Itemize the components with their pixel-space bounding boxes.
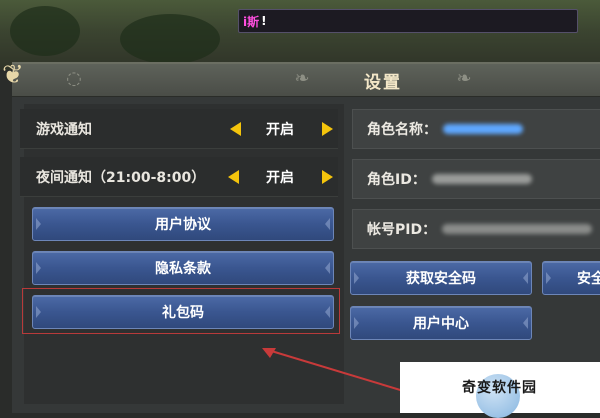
button-label: 用户中心 (413, 316, 469, 332)
game-background: i斯 ! (0, 0, 600, 70)
privacy-policy-button[interactable]: 隐私条款 (32, 251, 334, 285)
toggle-value: 开启 (266, 169, 294, 186)
notch-icon (36, 262, 41, 274)
toggle-label: 夜间通知（21:00-8:00） (36, 169, 206, 186)
notch-icon (354, 317, 359, 329)
blurred-value (431, 174, 532, 184)
notch-icon (325, 262, 330, 274)
page-title: 设置 (364, 73, 402, 93)
user-agreement-button[interactable]: 用户协议 (32, 207, 334, 241)
highlight-frame (22, 288, 340, 334)
tree-shape (120, 14, 220, 64)
swirl-ornament-icon: ◌ (66, 68, 82, 89)
notch-icon (36, 218, 41, 230)
get-security-code-button[interactable]: 获取安全码 (350, 261, 532, 295)
blurred-value (442, 224, 593, 234)
swirl-ornament-icon: ❧ (456, 68, 472, 89)
notch-icon (325, 218, 330, 230)
watermark-text: 奇变软件园 (462, 380, 537, 396)
account-pid-label: 帐号PID： (367, 222, 437, 238)
role-id-row: 角色ID： (352, 159, 600, 199)
notch-icon (546, 272, 551, 284)
notch-icon (523, 272, 528, 284)
button-label: 获取安全码 (406, 271, 476, 287)
notch-icon (354, 272, 359, 284)
tree-shape (10, 6, 80, 56)
role-id-label: 角色ID： (367, 172, 426, 188)
button-label: 安全 (577, 271, 600, 287)
button-label: 用户协议 (155, 217, 211, 233)
arrow-left-icon[interactable] (230, 121, 241, 136)
hook-ornament-icon: ❦ (2, 60, 24, 90)
swirl-ornament-icon: ❧ (294, 68, 310, 89)
arrow-left-icon[interactable] (228, 169, 239, 184)
title-band: ❦ ◌ ❧ 设置 ❧ (2, 60, 600, 97)
account-pid-row: 帐号PID： (352, 209, 600, 249)
role-name-label: 角色名称： (367, 122, 437, 138)
chat-tag: i斯 (243, 14, 260, 29)
blurred-value (443, 124, 523, 134)
watermark: 奇变软件园 (400, 362, 600, 418)
toggle-row-game-notify: 游戏通知 开启 (20, 109, 338, 149)
arrow-right-icon[interactable] (322, 121, 333, 136)
toggle-value: 开启 (266, 121, 294, 138)
button-label: 隐私条款 (155, 261, 211, 277)
chat-message: ! (261, 14, 267, 28)
chat-bar: i斯 ! (238, 9, 578, 33)
role-name-row: 角色名称： (352, 109, 600, 149)
toggle-label: 游戏通知 (36, 121, 92, 138)
toggle-row-night-notify: 夜间通知（21:00-8:00） 开启 (20, 157, 338, 197)
notch-icon (523, 317, 528, 329)
security-button[interactable]: 安全 (542, 261, 600, 295)
user-center-button[interactable]: 用户中心 (350, 306, 532, 340)
arrow-right-icon[interactable] (322, 169, 333, 184)
